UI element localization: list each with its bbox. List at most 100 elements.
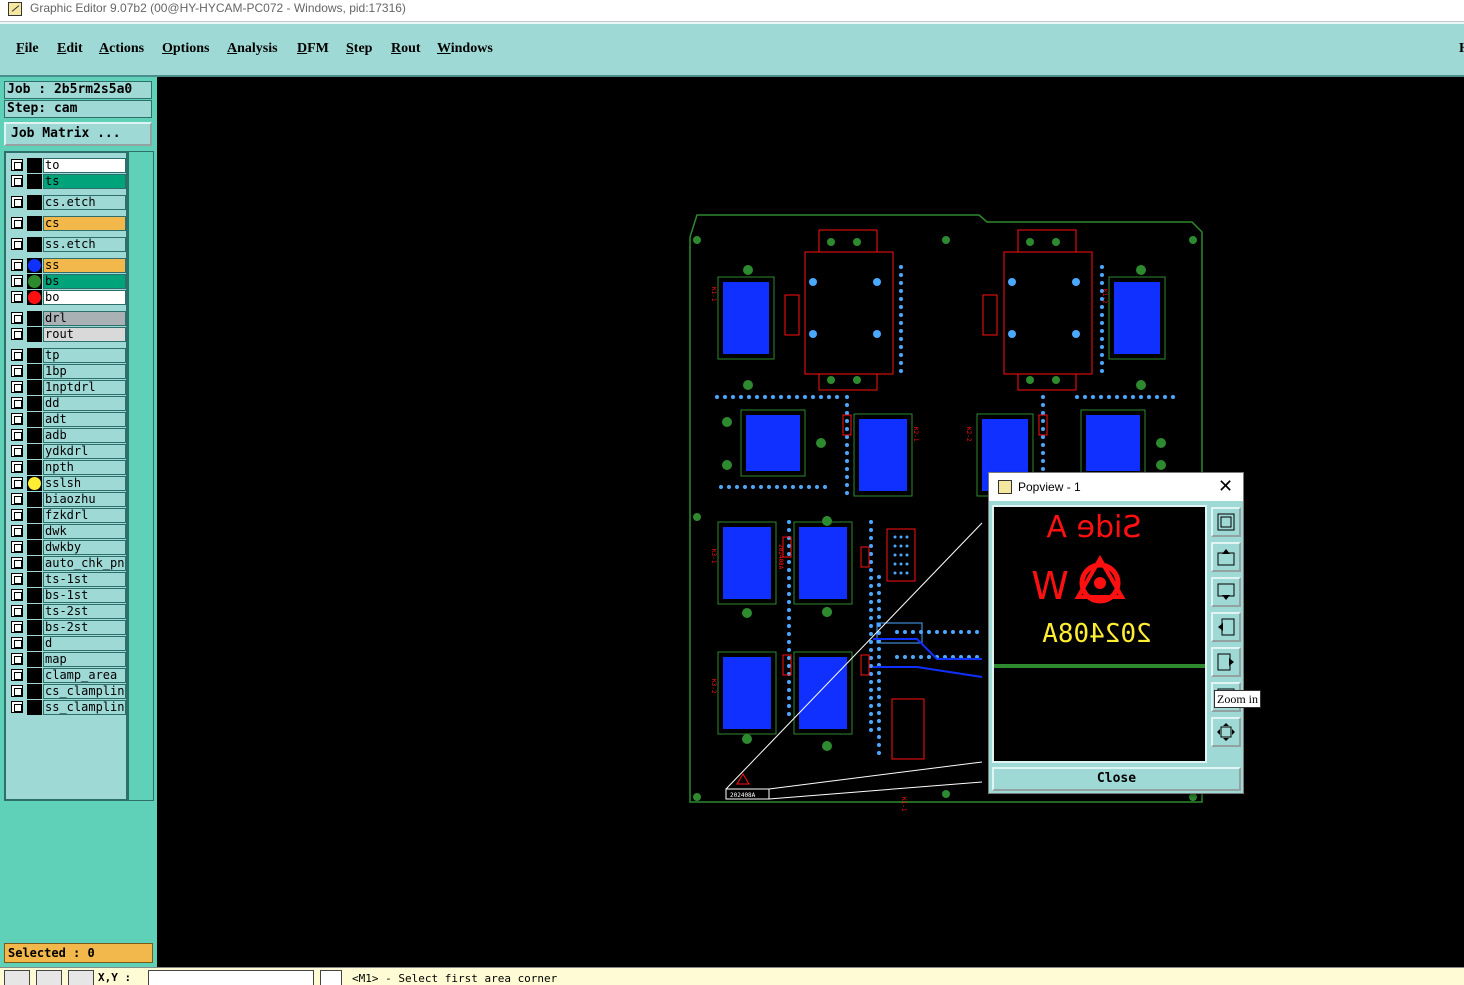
layer-row-ss.etch[interactable]: ss.etch	[8, 237, 128, 252]
layer-checkbox[interactable]	[11, 653, 23, 665]
layer-color-cell[interactable]	[27, 290, 42, 305]
layer-color-cell[interactable]	[27, 540, 42, 555]
layer-row-map[interactable]: map	[8, 652, 128, 667]
popview-close-icon[interactable]: ✕	[1218, 476, 1233, 497]
layer-row-adt[interactable]: adt	[8, 412, 128, 427]
layer-checkbox[interactable]	[11, 159, 23, 171]
layer-checkbox[interactable]	[11, 669, 23, 681]
layer-color-cell[interactable]	[27, 476, 42, 491]
layer-color-cell[interactable]	[27, 258, 42, 273]
menu-analysis[interactable]: Analysis	[227, 41, 278, 57]
layer-color-cell[interactable]	[27, 524, 42, 539]
layer-color-cell[interactable]	[27, 492, 42, 507]
layer-name[interactable]: map	[43, 652, 126, 667]
layer-row-adb[interactable]: adb	[8, 428, 128, 443]
layer-row-ts[interactable]: ts	[8, 174, 128, 189]
layer-checkbox[interactable]	[11, 525, 23, 537]
layer-name[interactable]: ss_clampline	[43, 700, 126, 715]
layer-checkbox[interactable]	[11, 259, 23, 271]
layer-checkbox[interactable]	[11, 429, 23, 441]
layer-name[interactable]: d	[43, 636, 126, 651]
layer-name[interactable]: ss	[43, 258, 126, 273]
pan-left-icon[interactable]	[1211, 612, 1241, 642]
menu-rout[interactable]: Rout	[391, 41, 421, 57]
layer-checkbox[interactable]	[11, 589, 23, 601]
layer-checkbox[interactable]	[11, 685, 23, 697]
layer-row-ss_clampline[interactable]: ss_clampline	[8, 700, 128, 715]
layer-list-scrollbar[interactable]	[128, 151, 154, 801]
layer-checkbox[interactable]	[11, 605, 23, 617]
layer-row-fzkdrl[interactable]: fzkdrl	[8, 508, 128, 523]
layer-color-cell[interactable]	[27, 274, 42, 289]
layer-row-to[interactable]: to	[8, 158, 128, 173]
layer-name[interactable]: dwkby	[43, 540, 126, 555]
pan-up-icon[interactable]	[1211, 542, 1241, 572]
layer-checkbox[interactable]	[11, 291, 23, 303]
popview-titlebar[interactable]: Popview - 1 ✕	[989, 473, 1243, 501]
layer-row-drl[interactable]: drl	[8, 311, 128, 326]
layer-color-cell[interactable]	[27, 348, 42, 363]
layer-row-cs.etch[interactable]: cs.etch	[8, 195, 128, 210]
layer-checkbox[interactable]	[11, 445, 23, 457]
layer-checkbox[interactable]	[11, 196, 23, 208]
layer-color-cell[interactable]	[27, 684, 42, 699]
layer-color-cell[interactable]	[27, 652, 42, 667]
layer-row-bs[interactable]: bs	[8, 274, 128, 289]
layer-color-cell[interactable]	[27, 668, 42, 683]
layer-name[interactable]: fzkdrl	[43, 508, 126, 523]
menu-options[interactable]: Options	[162, 41, 209, 57]
layer-checkbox[interactable]	[11, 557, 23, 569]
layer-name[interactable]: drl	[43, 311, 126, 326]
layer-name[interactable]: tp	[43, 348, 126, 363]
layer-row-d[interactable]: d	[8, 636, 128, 651]
pan-down-icon[interactable]	[1211, 577, 1241, 607]
graphic-canvas[interactable]: K1-1 K1-2 K2-1 K2-2 K3-1 K3-2 202408A K1-1 2024…	[157, 77, 1464, 967]
pan-right-icon[interactable]	[1211, 647, 1241, 677]
layer-checkbox[interactable]	[11, 312, 23, 324]
layer-color-cell[interactable]	[27, 508, 42, 523]
layer-color-cell[interactable]	[27, 364, 42, 379]
status-toggle-button[interactable]	[320, 970, 342, 985]
layer-checkbox[interactable]	[11, 509, 23, 521]
layer-name[interactable]: clamp_area	[43, 668, 126, 683]
layer-name[interactable]: ts	[43, 174, 126, 189]
layer-color-cell[interactable]	[27, 412, 42, 427]
layer-row-rout[interactable]: rout	[8, 327, 128, 342]
layer-checkbox[interactable]	[11, 217, 23, 229]
layer-row-biaozhu[interactable]: biaozhu	[8, 492, 128, 507]
zoom-fit-icon[interactable]	[1211, 717, 1241, 747]
layer-checkbox[interactable]	[11, 493, 23, 505]
grid-tool-icon[interactable]	[68, 970, 94, 985]
layer-color-cell[interactable]	[27, 311, 42, 326]
layer-checkbox[interactable]	[11, 621, 23, 633]
layer-checkbox[interactable]	[11, 397, 23, 409]
layer-row-clamp_area[interactable]: clamp_area	[8, 668, 128, 683]
layer-name[interactable]: to	[43, 158, 126, 173]
layer-checkbox[interactable]	[11, 328, 23, 340]
layer-name[interactable]: bo	[43, 290, 126, 305]
layer-checkbox[interactable]	[11, 573, 23, 585]
layer-name[interactable]: biaozhu	[43, 492, 126, 507]
layer-row-bs-1st[interactable]: bs-1st	[8, 588, 128, 603]
menu-actions[interactable]: Actions	[99, 41, 144, 57]
layer-color-cell[interactable]	[27, 556, 42, 571]
menu-edit[interactable]: Edit	[57, 41, 83, 57]
xy-field[interactable]	[148, 970, 314, 985]
layer-checkbox[interactable]	[11, 541, 23, 553]
layer-color-cell[interactable]	[27, 174, 42, 189]
menu-file[interactable]: File	[16, 41, 39, 57]
layer-name[interactable]: 1bp	[43, 364, 126, 379]
layer-row-bo[interactable]: bo	[8, 290, 128, 305]
layer-row-ydkdrl[interactable]: ydkdrl	[8, 444, 128, 459]
layer-name[interactable]: ts-2st	[43, 604, 126, 619]
layer-row-bs-2st[interactable]: bs-2st	[8, 620, 128, 635]
layer-name[interactable]: bs-2st	[43, 620, 126, 635]
layer-name[interactable]: cs.etch	[43, 195, 126, 210]
layer-name[interactable]: bs	[43, 274, 126, 289]
layer-name[interactable]: auto_chk_pnl	[43, 556, 126, 571]
layer-row-auto_chk_pnl[interactable]: auto_chk_pnl	[8, 556, 128, 571]
layer-color-cell[interactable]	[27, 327, 42, 342]
popview-viewport[interactable]: Side A W 202408A	[992, 505, 1207, 763]
layer-checkbox[interactable]	[11, 175, 23, 187]
layer-name[interactable]: cs_clampline	[43, 684, 126, 699]
